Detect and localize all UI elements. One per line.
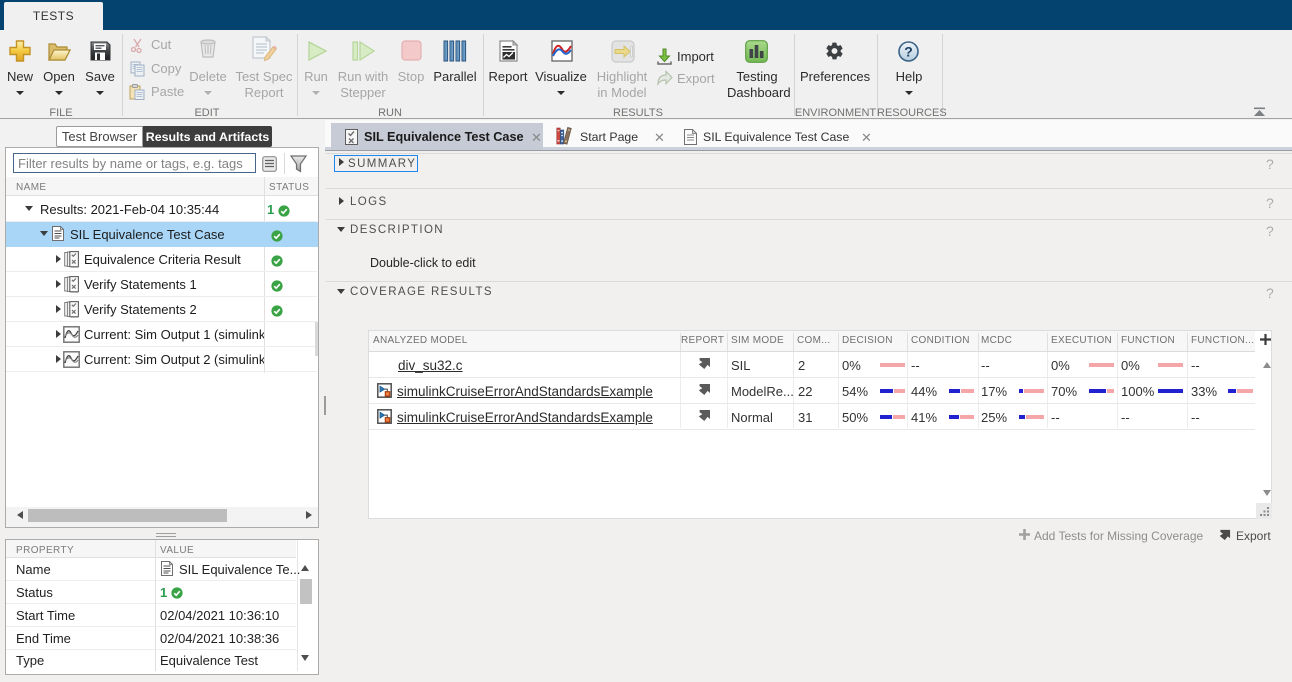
svg-text:?: ? xyxy=(904,43,913,59)
